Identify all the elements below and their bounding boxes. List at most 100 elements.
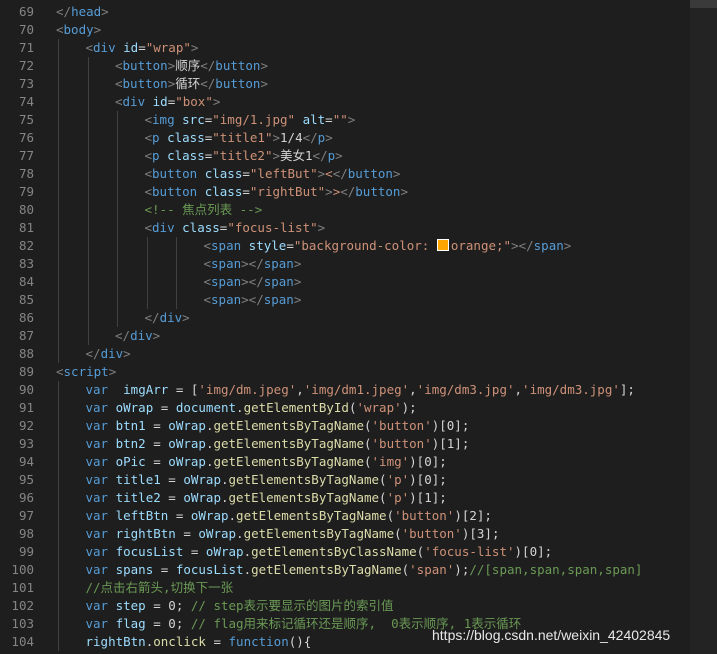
code-token: > <box>152 328 161 343</box>
code-token: > <box>563 238 572 253</box>
code-token: < <box>144 112 153 127</box>
code-token: button <box>355 184 401 199</box>
code-line[interactable]: 84 <span></span> <box>0 273 717 291</box>
code-line[interactable]: 95 var title1 = oWrap.getElementsByTagNam… <box>0 471 717 489</box>
code-line[interactable]: 86 </div> <box>0 309 717 327</box>
code-text: //点击右箭头,切换下一张 <box>86 579 234 597</box>
code-token: = <box>242 166 250 181</box>
watermark-url: https://blog.csdn.net/weixin_42402845 <box>432 627 671 643</box>
code-line[interactable]: 87 </div> <box>0 327 717 345</box>
code-token: focusList <box>175 562 244 577</box>
code-token: getElementById <box>243 400 349 415</box>
code-line[interactable]: 70 <body> <box>0 21 717 39</box>
indent-guide <box>117 255 118 273</box>
code-token: 1/4 <box>280 130 303 145</box>
code-token: )[0]; <box>409 472 447 487</box>
code-token: = <box>183 544 206 559</box>
code-text: var title1 = oWrap.getElementsByTagName(… <box>86 471 447 489</box>
code-line[interactable]: 69 </head> <box>0 3 717 21</box>
code-line[interactable]: 102 var step = 0; // step表示要显示的图片的索引值 <box>0 597 717 615</box>
code-line[interactable]: 77 <p class="title2">美女1</p> <box>0 147 717 165</box>
code-line[interactable]: 76 <p class="title1">1/4</p> <box>0 129 717 147</box>
code-line[interactable]: 91 var oWrap = document.getElementById('w… <box>0 399 717 417</box>
indent-guide <box>117 201 118 219</box>
line-number: 100 <box>11 562 34 577</box>
code-line[interactable]: 96 var title2 = oWrap.getElementsByTagNam… <box>0 489 717 507</box>
indent-guide <box>58 237 59 255</box>
code-line[interactable]: 78 <button class="leftBut"><</button> <box>0 165 717 183</box>
line-number: 98 <box>18 526 34 541</box>
code-token: getElementsByTagName <box>243 526 395 541</box>
code-text: <span style="background-color: orange;">… <box>204 237 572 255</box>
code-token: script <box>63 364 109 379</box>
code-line[interactable]: 88 </div> <box>0 345 717 363</box>
code-line[interactable]: 92 var btn1 = oWrap.getElementsByTagName(… <box>0 417 717 435</box>
code-token: > <box>260 76 268 91</box>
indent-guide <box>87 165 89 183</box>
line-number: 87 <box>18 328 34 343</box>
code-token: 'button' <box>371 418 432 433</box>
code-token: ( <box>401 562 410 577</box>
code-line[interactable]: 79 <button class="rightBut">></button> <box>0 183 717 201</box>
code-token: src <box>182 112 205 127</box>
code-token: imgArr <box>123 382 169 397</box>
code-token: )[0]; <box>431 418 470 433</box>
code-token: div <box>130 328 153 343</box>
code-token: < <box>144 184 153 199</box>
code-token: < <box>56 22 64 37</box>
indent-guide <box>58 57 59 75</box>
code-line[interactable]: 75 <img src="img/1.jpg" alt=""> <box>0 111 717 129</box>
code-line[interactable]: 82 <span style="background-color: orange;… <box>0 237 717 255</box>
code-editor[interactable]: 69 </head> 70 <body> 71 <div id="wrap"> 72 <but… <box>0 0 717 654</box>
code-token: span <box>211 274 242 289</box>
vertical-scrollbar[interactable] <box>690 0 717 654</box>
code-line[interactable]: 74 <div id="box"> <box>0 93 717 111</box>
code-line[interactable]: 72 <button>顺序</button> <box>0 57 717 75</box>
code-line[interactable]: 100 var spans = focusList.getElementsByTa… <box>0 561 717 579</box>
code-line[interactable]: 81 <div class="focus-list"> <box>0 219 717 237</box>
line-number: 89 <box>18 364 34 379</box>
code-token: oPic <box>115 454 146 469</box>
code-token: spans <box>115 562 154 577</box>
code-line[interactable]: 101 //点击右箭头,切换下一张 <box>0 579 717 597</box>
code-line[interactable]: 80 <!-- 焦点列表 --> <box>0 201 717 219</box>
code-line[interactable]: 99 var focusList = oWrap.getElementsByCla… <box>0 543 717 561</box>
code-line[interactable]: 85 <span></span> <box>0 291 717 309</box>
color-swatch-icon[interactable] <box>436 239 449 251</box>
code-line[interactable]: 71 <div id="wrap"> <box>0 39 717 57</box>
line-number: 85 <box>18 292 34 307</box>
code-token: "title2" <box>212 148 273 163</box>
code-token: getElementsByClassName <box>251 544 417 559</box>
line-number: 93 <box>18 436 34 451</box>
code-line[interactable]: 98 var rightBtn = oWrap.getElementsByTagN… <box>0 525 717 543</box>
code-token: "focus-list" <box>227 220 318 235</box>
code-line[interactable]: 97 var leftBtn = oWrap.getElementsByTagNa… <box>0 507 717 525</box>
code-token: 'button' <box>371 436 432 451</box>
code-line[interactable]: 83 <span></span> <box>0 255 717 273</box>
indent-guide <box>58 453 59 471</box>
code-text: <div class="focus-list"> <box>145 219 326 237</box>
code-line[interactable]: 89 <script> <box>0 363 717 381</box>
code-token: getElementsByTagName <box>236 508 387 523</box>
code-token: var <box>85 382 109 397</box>
scrollbar-thumb[interactable] <box>690 0 717 8</box>
code-text: var focusList = oWrap.getElementsByClass… <box>86 543 553 561</box>
code-token: oWrap <box>115 400 154 415</box>
code-token: ></ <box>241 292 264 307</box>
indent-guide <box>58 309 59 327</box>
code-token: var <box>85 454 109 469</box>
indent-guide <box>87 219 89 237</box>
code-line[interactable]: 93 var btn2 = oWrap.getElementsByTagName(… <box>0 435 717 453</box>
code-token: > <box>347 112 356 127</box>
code-line[interactable]: 90 var imgArr = ['img/dm.jpeg','img/dm1.j… <box>0 381 717 399</box>
code-token: ]; <box>619 382 635 397</box>
code-line[interactable]: 73 <button>循环</button> <box>0 75 717 93</box>
code-token: </ <box>200 58 216 73</box>
line-number: 76 <box>18 130 34 145</box>
code-line[interactable]: 94 var oPic = oWrap.getElementsByTagName(… <box>0 453 717 471</box>
